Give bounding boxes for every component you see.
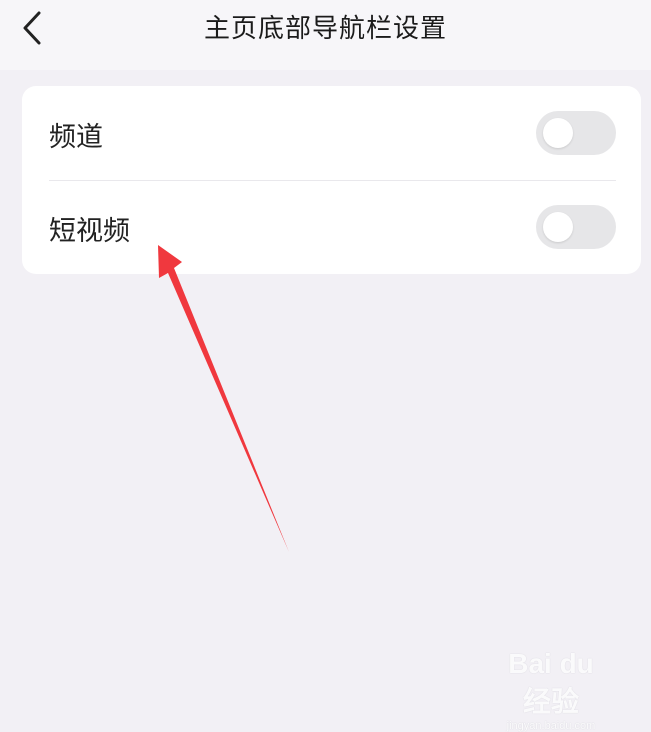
page-title: 主页底部导航栏设置	[203, 14, 447, 44]
short-video-toggle[interactable]	[536, 205, 616, 249]
top-bar: 主页底部导航栏设置	[0, 0, 651, 70]
setting-row-short-video[interactable]: 短视频	[22, 180, 641, 274]
settings-card: 频道 短视频	[22, 86, 641, 274]
channel-toggle[interactable]	[536, 111, 616, 155]
toggle-knob	[543, 212, 573, 242]
setting-label-short-video: 短视频	[49, 216, 130, 247]
toggle-knob	[543, 118, 573, 148]
watermark-logo: Bai du 经验	[508, 648, 594, 717]
setting-row-channel[interactable]: 频道	[22, 86, 641, 180]
watermark-url: jingyan.baidu.com	[506, 720, 596, 732]
baidu-watermark: Bai du 经验 jingyan.baidu.com	[491, 648, 611, 732]
arrow-shape	[158, 245, 289, 552]
setting-label-channel: 频道	[49, 122, 103, 153]
